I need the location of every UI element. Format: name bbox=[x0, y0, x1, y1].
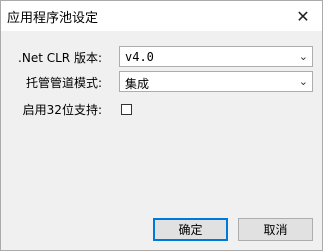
window-title: 应用程序池设定 bbox=[7, 11, 99, 26]
enable-32bit-checkbox[interactable] bbox=[121, 104, 132, 115]
clr-version-label: .Net CLR 版本: bbox=[18, 51, 102, 65]
clr-version-select[interactable]: v4.0 ⌄ bbox=[119, 46, 313, 67]
chevron-down-icon: ⌄ bbox=[298, 75, 308, 88]
app-pool-settings-dialog: 应用程序池设定 ✕ .Net CLR 版本: v4.0 ⌄ 托管管道模式: 集成… bbox=[0, 0, 323, 251]
ok-button[interactable]: 确定 bbox=[153, 218, 228, 241]
pipeline-mode-label: 托管管道模式: bbox=[25, 76, 102, 90]
pipeline-mode-select[interactable]: 集成 ⌄ bbox=[119, 71, 313, 92]
close-icon: ✕ bbox=[296, 6, 310, 26]
cancel-button[interactable]: 取消 bbox=[238, 218, 313, 241]
close-button[interactable]: ✕ bbox=[284, 1, 322, 31]
clr-version-value: v4.0 bbox=[125, 50, 154, 64]
chevron-down-icon: ⌄ bbox=[298, 50, 308, 63]
title-bar: 应用程序池设定 ✕ bbox=[1, 1, 322, 31]
enable-32bit-label: 启用32位支持: bbox=[22, 103, 102, 117]
pipeline-mode-value: 集成 bbox=[125, 77, 150, 91]
